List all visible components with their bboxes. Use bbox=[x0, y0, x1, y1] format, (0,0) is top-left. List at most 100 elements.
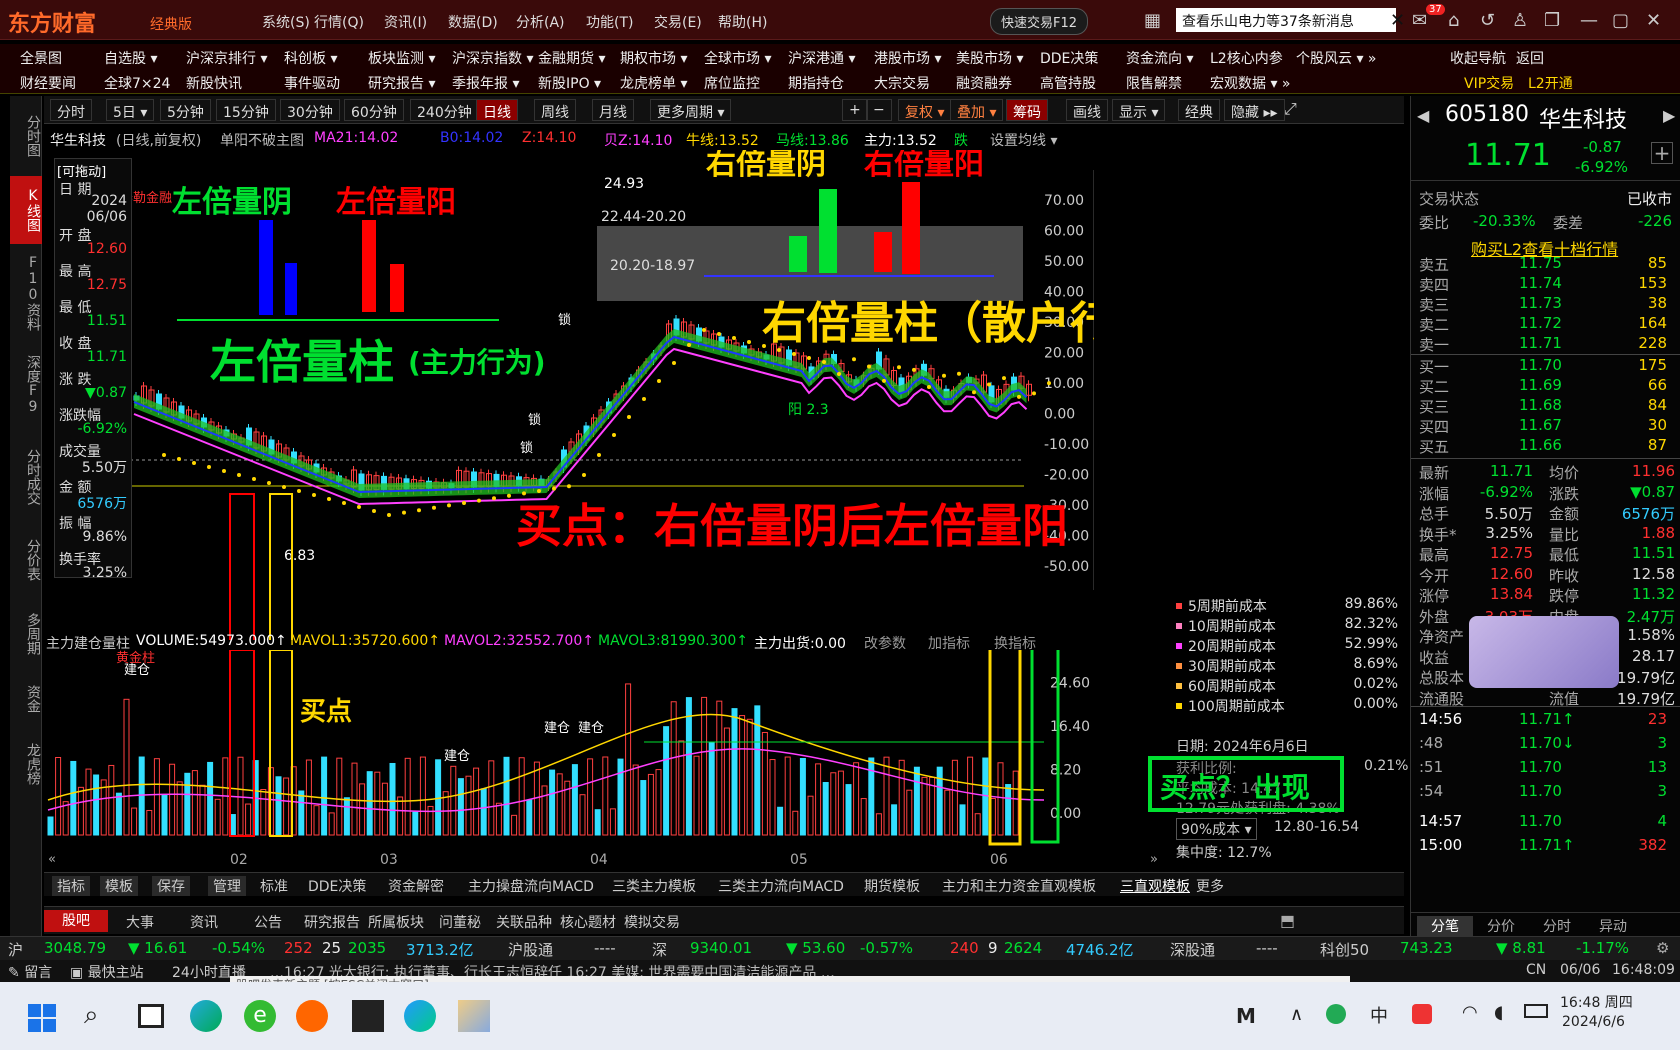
nav2-item-1[interactable]: 全球7×24 bbox=[104, 73, 170, 93]
info-tab-6[interactable]: 问董秘 bbox=[428, 912, 492, 932]
kc50-value[interactable]: 743.23 bbox=[1400, 939, 1453, 957]
home-icon[interactable]: ⌂ bbox=[1448, 10, 1459, 31]
period-tool-0[interactable]: + bbox=[842, 99, 868, 121]
maximize-icon[interactable]: ▢ bbox=[1612, 10, 1629, 31]
grid-icon[interactable]: ▦ bbox=[1144, 10, 1161, 31]
ask-row[interactable]: 卖三 11.73 38 bbox=[1419, 294, 1675, 314]
ask-row[interactable]: 卖一 11.71 228 bbox=[1419, 334, 1675, 354]
wifi-icon[interactable]: ◠ bbox=[1462, 1002, 1478, 1023]
close-icon[interactable]: ✕ bbox=[1646, 10, 1661, 31]
nav2-item-13[interactable]: 限售解禁 bbox=[1126, 73, 1182, 93]
tray-green-icon[interactable] bbox=[1326, 1004, 1346, 1024]
news-banner[interactable]: 查看乐山电力等37条新消息 bbox=[1176, 8, 1396, 32]
info-tab-3[interactable]: 公告 bbox=[236, 912, 300, 932]
next-stock-icon[interactable]: ▶ bbox=[1663, 106, 1675, 125]
period-1[interactable]: 5日 ▾ bbox=[106, 99, 155, 121]
period-tool-8[interactable]: 隐藏 ▸▸ bbox=[1224, 99, 1285, 121]
left-tab-8[interactable]: 龙虎榜 bbox=[10, 730, 42, 798]
chart-app-icon[interactable] bbox=[352, 1000, 384, 1032]
expand-icon[interactable]: ⬒ bbox=[1280, 911, 1295, 930]
ask-row[interactable]: 卖四 11.74 153 bbox=[1419, 274, 1675, 294]
period-tool-1[interactable]: − bbox=[866, 99, 892, 121]
quote-tab-2[interactable]: 分时 bbox=[1529, 916, 1585, 936]
nav1-item-5[interactable]: 沪深京指数 ▾ bbox=[452, 48, 533, 68]
nav2-item-10[interactable]: 大宗交易 bbox=[874, 73, 930, 93]
period-tool-2[interactable]: 复权 ▾ bbox=[898, 99, 952, 121]
info-tab-9[interactable]: 模拟交易 bbox=[620, 912, 684, 932]
period-tool-7[interactable]: 经典 bbox=[1178, 99, 1220, 121]
left-tab-0[interactable]: 分时图 bbox=[10, 102, 42, 170]
period-tool-5[interactable]: 画线 bbox=[1066, 99, 1108, 121]
menu-0[interactable]: 系统(S) bbox=[262, 12, 310, 32]
period-6[interactable]: 240分钟 bbox=[410, 99, 479, 121]
nav1-item-6[interactable]: 金融期货 ▾ bbox=[538, 48, 605, 68]
nav1-item-4[interactable]: 板块监测 ▾ bbox=[368, 48, 435, 68]
search-icon[interactable]: ⌕ bbox=[84, 1000, 99, 1031]
scroll-right-icon[interactable]: » bbox=[1150, 852, 1158, 867]
left-tab-3[interactable]: 深度F9 bbox=[10, 342, 42, 428]
m-app-icon[interactable]: M bbox=[1236, 1004, 1256, 1028]
nav1-item-8[interactable]: 全球市场 ▾ bbox=[704, 48, 771, 68]
template-tab-4[interactable]: 标准 bbox=[260, 876, 288, 896]
info-tab-5[interactable]: 所属板块 bbox=[364, 912, 428, 932]
ie-icon[interactable]: e bbox=[244, 1000, 276, 1032]
nav1-item-14[interactable]: L2核心内参 bbox=[1210, 48, 1283, 68]
nav2-item-9[interactable]: 期指持仓 bbox=[788, 73, 844, 93]
nav1-item-13[interactable]: 资金流向 ▾ bbox=[1126, 48, 1193, 68]
info-tab-8[interactable]: 核心题材 bbox=[556, 912, 620, 932]
info-tab-1[interactable]: 大事 bbox=[108, 912, 172, 932]
clock-date[interactable]: 2024/6/6 bbox=[1562, 1014, 1625, 1030]
nav2-item-11[interactable]: 融资融券 bbox=[956, 73, 1012, 93]
period-10[interactable]: 更多周期 ▾ bbox=[650, 99, 732, 121]
sgt-label[interactable]: 深股通 bbox=[1170, 939, 1215, 960]
menu-6[interactable]: 交易(E) bbox=[654, 12, 702, 32]
nav1-item-11[interactable]: 美股市场 ▾ bbox=[956, 48, 1023, 68]
period-4[interactable]: 30分钟 bbox=[280, 99, 340, 121]
ma-setting-button[interactable]: 设置均线 ▾ bbox=[990, 130, 1057, 150]
nav2-item-15[interactable]: VIP交易 bbox=[1464, 73, 1514, 93]
nav2-item-4[interactable]: 研究报告 ▾ bbox=[368, 73, 435, 93]
nav1-item-3[interactable]: 科创板 ▾ bbox=[284, 48, 337, 68]
image-viewer-icon[interactable] bbox=[458, 1000, 490, 1032]
bid-row[interactable]: 买三 11.68 84 bbox=[1419, 396, 1675, 416]
menu-4[interactable]: 分析(A) bbox=[516, 12, 565, 32]
nav2-item-7[interactable]: 龙虎榜单 ▾ bbox=[620, 73, 687, 93]
template-tab-10[interactable]: 期货模板 bbox=[864, 876, 920, 896]
prev-stock-icon[interactable]: ◀ bbox=[1417, 106, 1429, 125]
battery-icon[interactable] bbox=[1524, 1004, 1548, 1018]
nav2-item-12[interactable]: 高管持股 bbox=[1040, 73, 1096, 93]
restore-icon[interactable]: ❐ bbox=[1544, 10, 1560, 31]
menu-2[interactable]: 资讯(I) bbox=[384, 12, 427, 32]
left-tab-7[interactable]: 资金 bbox=[10, 674, 42, 724]
nav2-item-6[interactable]: 新股IPO ▾ bbox=[538, 73, 601, 93]
data-window[interactable]: [可拖动] 日 期 2024 06/06 开 盘 12.60 最 高 12.75 最 低… bbox=[54, 158, 132, 581]
period-tool-4[interactable]: 筹码 bbox=[1006, 99, 1048, 121]
nav1-item-1[interactable]: 自选股 ▾ bbox=[104, 48, 157, 68]
nav1-item-17[interactable]: 返回 bbox=[1516, 48, 1544, 68]
server-button[interactable]: ▣ 最快主站 bbox=[70, 962, 144, 982]
period-8[interactable]: 周线 bbox=[534, 99, 576, 121]
left-tab-6[interactable]: 多周期 bbox=[10, 600, 42, 668]
nav1-item-9[interactable]: 沪深港通 ▾ bbox=[788, 48, 855, 68]
nav2-item-16[interactable]: L2开通 bbox=[1528, 73, 1573, 93]
kline-chart[interactable]: 70.0060.0050.0040.0030.0020.0010.000.00-… bbox=[44, 150, 1094, 640]
mail-icon[interactable]: ✉ bbox=[1412, 10, 1427, 31]
nav1-item-12[interactable]: DDE决策 bbox=[1040, 48, 1098, 68]
template-tab-12[interactable]: 三直观模板 bbox=[1120, 876, 1190, 896]
period-2[interactable]: 5分钟 bbox=[160, 99, 211, 121]
tray-expand-icon[interactable]: ∧ bbox=[1290, 1004, 1303, 1025]
bid-row[interactable]: 买二 11.69 66 bbox=[1419, 376, 1675, 396]
nav1-item-2[interactable]: 沪深京排行 ▾ bbox=[186, 48, 267, 68]
template-name[interactable]: 单阳不破主图 bbox=[220, 130, 304, 150]
volume-chart[interactable]: 32.9024.6016.408.200.00买点黄金柱建仓建仓建仓建仓 bbox=[44, 650, 1094, 846]
template-tab-8[interactable]: 三类主力模板 bbox=[612, 876, 696, 896]
nav1-item-10[interactable]: 港股市场 ▾ bbox=[874, 48, 941, 68]
tray-red-icon[interactable] bbox=[1412, 1004, 1432, 1024]
period-5[interactable]: 60分钟 bbox=[344, 99, 404, 121]
close-news-icon[interactable]: ✕ bbox=[1390, 10, 1405, 31]
info-tab-4[interactable]: 研究报告 bbox=[300, 912, 364, 932]
quote-tab-0[interactable]: 分笔 bbox=[1417, 916, 1473, 936]
windows-start-icon[interactable] bbox=[28, 1004, 56, 1032]
shirt-icon[interactable]: ♙ bbox=[1512, 10, 1528, 31]
volume-icon[interactable]: ◖ bbox=[1494, 1002, 1503, 1023]
